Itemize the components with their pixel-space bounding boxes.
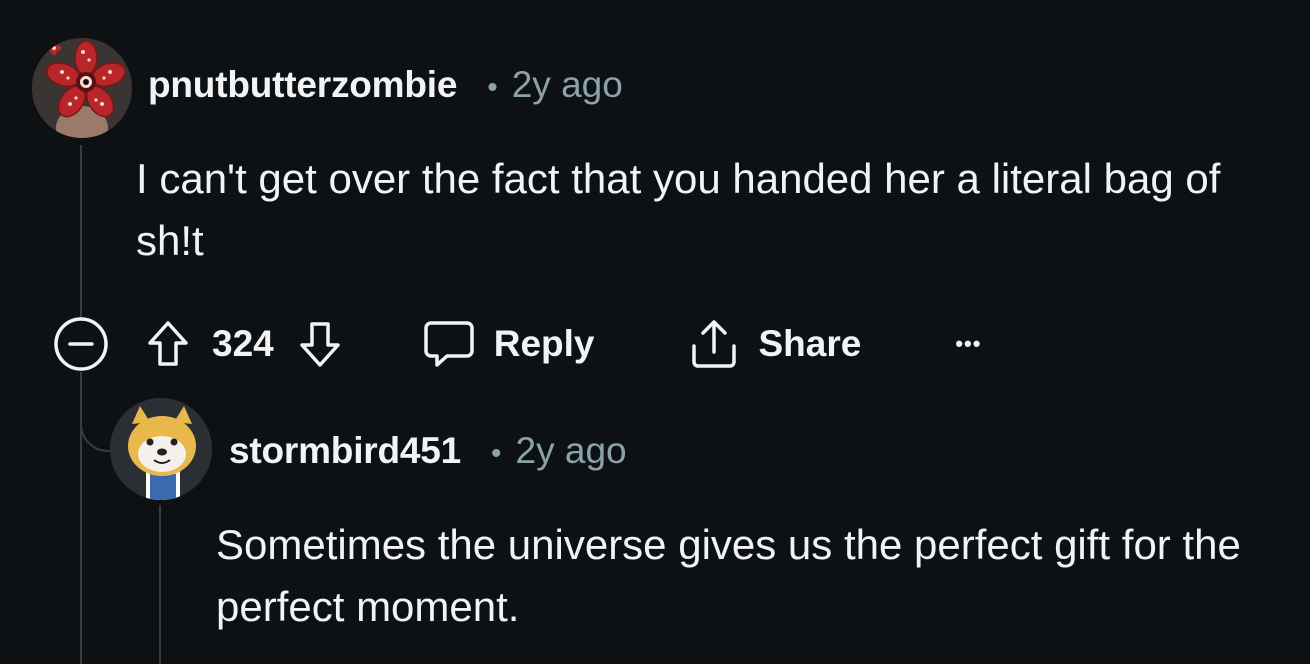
comment-body: I can't get over the fact that you hande…: [136, 155, 1221, 264]
meta-separator: •: [491, 437, 502, 470]
share-button-label: Share: [758, 323, 862, 364]
shiba-avatar-image: [110, 398, 212, 500]
meta-separator: •: [487, 71, 498, 104]
avatar-pnutbutterzombie[interactable]: [32, 38, 132, 138]
collapse-icon[interactable]: [52, 315, 110, 373]
reply-timestamp[interactable]: 2y ago: [516, 430, 627, 472]
share-upload-icon: [689, 318, 739, 370]
reply-thread-line[interactable]: [159, 505, 161, 664]
thread-line[interactable]: [80, 145, 82, 320]
comment-thread: pnutbutterzombie • 2y ago I can't get ov…: [0, 0, 1310, 664]
share-button[interactable]: Share: [689, 318, 862, 370]
reply-username[interactable]: stormbird451: [229, 430, 461, 472]
comment-action-bar: 324 Reply Share •••: [52, 312, 981, 376]
vote-count: 324: [212, 323, 274, 364]
comment-meta: pnutbutterzombie • 2y ago: [148, 64, 623, 106]
demogorgon-avatar-image: [32, 38, 132, 138]
reply-button[interactable]: Reply: [422, 318, 595, 370]
comment-timestamp[interactable]: 2y ago: [512, 64, 623, 106]
more-options-icon[interactable]: •••: [955, 331, 981, 357]
reply-meta: stormbird451 • 2y ago: [229, 430, 627, 472]
reply-body: Sometimes the universe gives us the perf…: [216, 521, 1241, 630]
speech-bubble-icon: [422, 318, 476, 370]
upvote-arrow-icon[interactable]: [146, 319, 190, 369]
reply-button-label: Reply: [493, 323, 595, 364]
comment-username[interactable]: pnutbutterzombie: [148, 64, 457, 106]
avatar-stormbird451[interactable]: [110, 398, 212, 500]
downvote-arrow-icon[interactable]: [298, 319, 342, 369]
